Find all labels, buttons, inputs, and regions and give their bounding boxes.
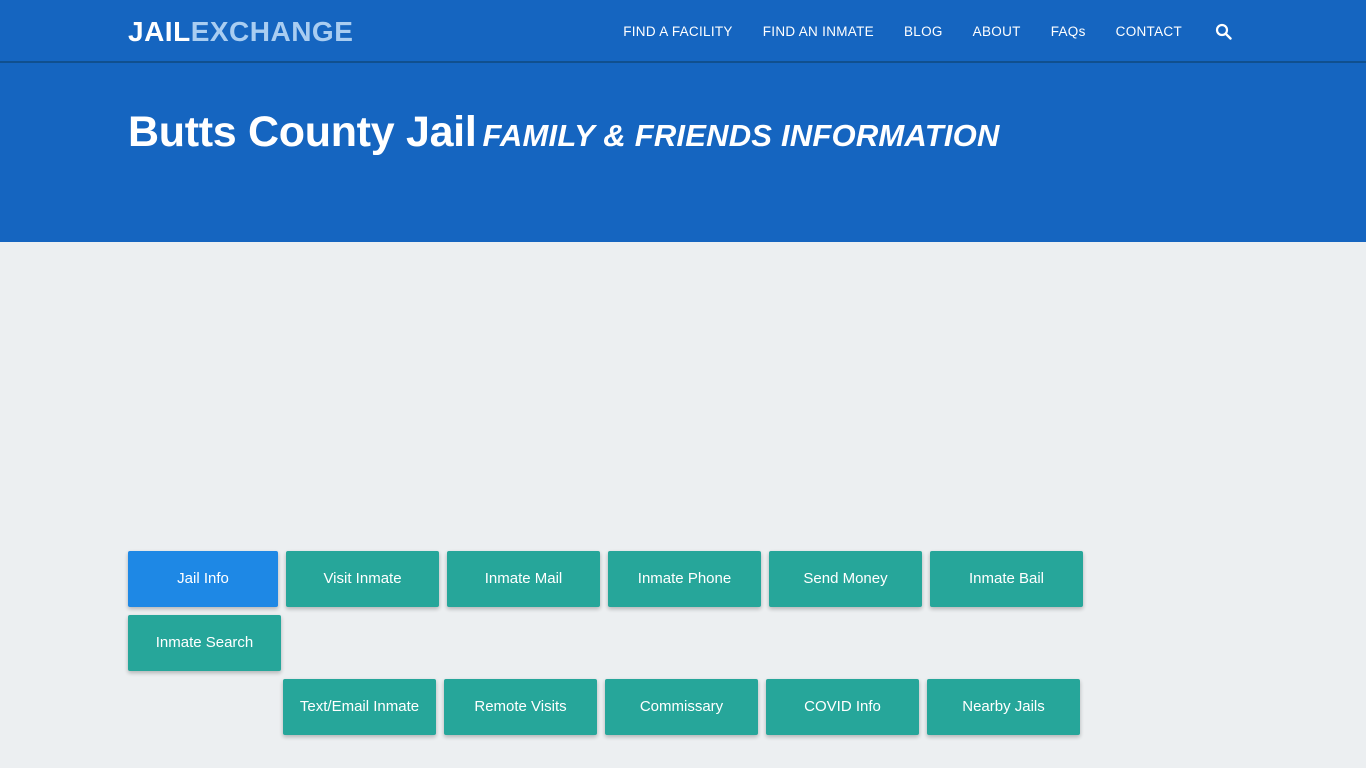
tab-nearby-jails[interactable]: Nearby Jails: [927, 679, 1080, 735]
tab-covid-info[interactable]: COVID Info: [766, 679, 919, 735]
tab-send-money[interactable]: Send Money: [769, 551, 922, 607]
page-title: Butts County Jail FAMILY & FRIENDS INFORM…: [128, 106, 1000, 162]
tab-jail-info[interactable]: Jail Info: [128, 551, 278, 607]
nav-item-about[interactable]: ABOUT: [958, 0, 1036, 63]
logo-text-jail: JAIL: [128, 16, 191, 47]
page-content: Jail Info Visit Inmate Inmate Mail Inmat…: [0, 242, 1366, 768]
section-tabs-row-1: Jail Info Visit Inmate Inmate Mail Inmat…: [128, 551, 1238, 671]
section-tabs-row-2: Text/Email Inmate Remote Visits Commissa…: [128, 679, 1238, 735]
site-logo[interactable]: JAILEXCHANGE: [128, 17, 353, 47]
page-title-main: Butts County Jail: [128, 108, 477, 156]
tab-visit-inmate[interactable]: Visit Inmate: [286, 551, 439, 607]
nav-item-find-a-facility[interactable]: FIND A FACILITY: [608, 0, 748, 63]
nav-item-blog[interactable]: BLOG: [889, 0, 958, 63]
page-title-subtitle: FAMILY & FRIENDS INFORMATION: [482, 118, 1000, 153]
nav-item-find-an-inmate[interactable]: FIND AN INMATE: [748, 0, 889, 63]
nav-item-faqs[interactable]: FAQs: [1036, 0, 1101, 63]
section-tabs: Jail Info Visit Inmate Inmate Mail Inmat…: [128, 551, 1238, 743]
tab-commissary[interactable]: Commissary: [605, 679, 758, 735]
logo-text-exchange: EXCHANGE: [190, 16, 354, 47]
page-hero: Butts County Jail FAMILY & FRIENDS INFORM…: [0, 63, 1366, 259]
tab-remote-visits[interactable]: Remote Visits: [444, 679, 597, 735]
tab-inmate-mail[interactable]: Inmate Mail: [447, 551, 600, 607]
advertisement-slot: [128, 302, 1228, 552]
search-icon[interactable]: [1197, 23, 1238, 40]
top-navigation-bar: JAILEXCHANGE FIND A FACILITY FIND AN INM…: [0, 0, 1366, 63]
main-menu: FIND A FACILITY FIND AN INMATE BLOG ABOU…: [608, 0, 1238, 63]
nav-item-contact[interactable]: CONTACT: [1101, 0, 1197, 63]
tab-inmate-search[interactable]: Inmate Search: [128, 615, 281, 671]
tab-inmate-phone[interactable]: Inmate Phone: [608, 551, 761, 607]
tab-text-email-inmate[interactable]: Text/Email Inmate: [283, 679, 436, 735]
tab-inmate-bail[interactable]: Inmate Bail: [930, 551, 1083, 607]
